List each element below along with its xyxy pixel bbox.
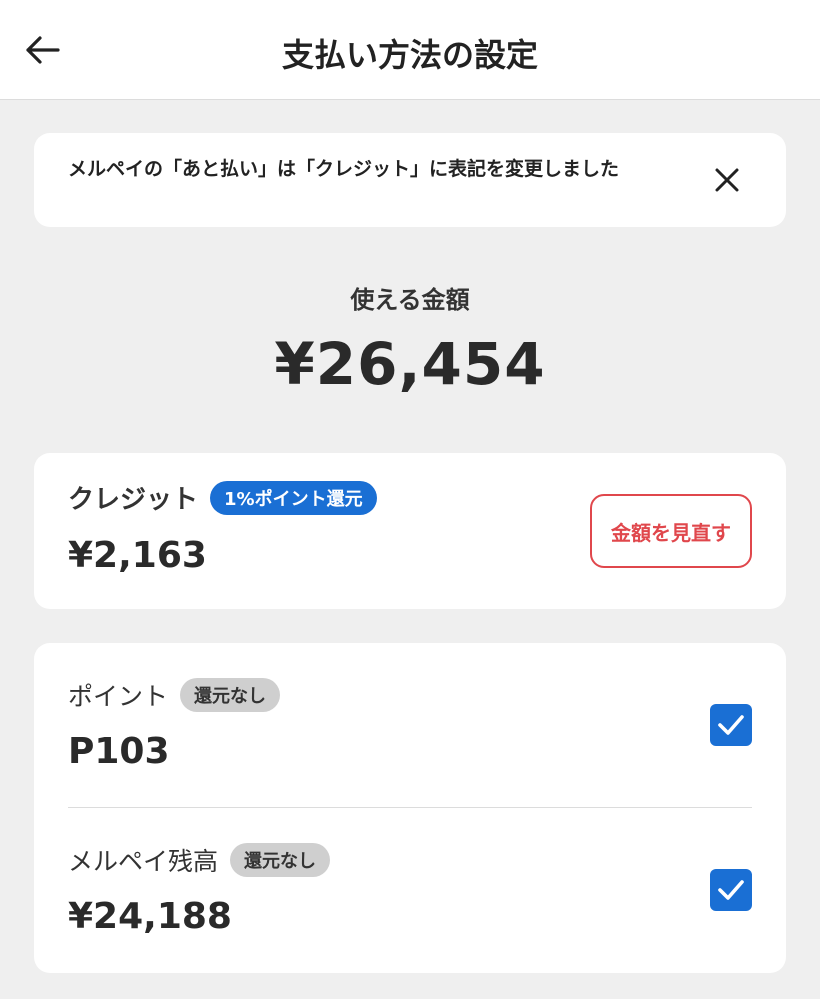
checkmark-icon: [718, 880, 744, 900]
available-amount-value: ¥26,454: [274, 330, 546, 398]
credit-amount: ¥2,163: [68, 535, 207, 576]
notice-close-button[interactable]: [708, 161, 746, 199]
points-title-row: ポイント 還元なし: [68, 677, 281, 713]
merpay-balance-reward-badge: 還元なし: [230, 843, 331, 877]
review-amount-button[interactable]: 金額を見直す: [590, 494, 752, 568]
close-icon: [715, 168, 739, 192]
credit-title-row: クレジット 1%ポイント還元: [68, 479, 377, 516]
merpay-balance-amount: ¥24,188: [68, 896, 232, 937]
credit-card: クレジット 1%ポイント還元 ¥2,163 金額を見直す: [34, 453, 786, 609]
points-reward-badge: 還元なし: [180, 678, 281, 712]
merpay-balance-checkbox[interactable]: [710, 869, 752, 911]
credit-title: クレジット: [68, 485, 199, 515]
points-title: ポイント: [68, 682, 169, 711]
available-amount-label: 使える金額: [350, 286, 470, 314]
credit-reward-badge: 1%ポイント還元: [210, 480, 377, 515]
points-amount: P103: [68, 731, 170, 772]
notice-banner: メルペイの「あと払い」は「クレジット」に表記を変更しました: [34, 133, 786, 227]
notice-text: メルペイの「あと払い」は「クレジット」に表記を変更しました: [68, 158, 620, 180]
page-title: 支払い方法の設定: [281, 36, 538, 74]
merpay-balance-title-row: メルペイ残高 還元なし: [68, 842, 331, 878]
merpay-balance-title: メルペイ残高: [68, 847, 219, 876]
checkmark-icon: [718, 715, 744, 735]
divider: [68, 807, 752, 808]
points-balance-card: ポイント 還元なし P103 メルペイ残高 還元なし ¥24,188: [34, 643, 786, 973]
app-header: 支払い方法の設定: [0, 0, 820, 100]
points-checkbox[interactable]: [710, 704, 752, 746]
